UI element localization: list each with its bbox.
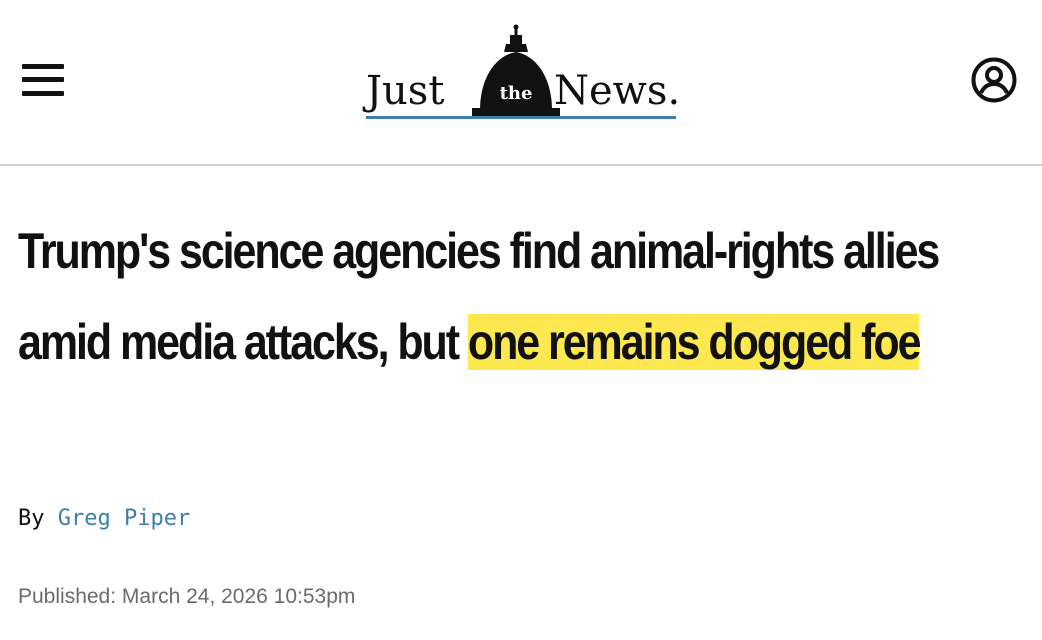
hamburger-menu-icon[interactable] xyxy=(22,62,64,98)
article-byline: By Greg Piper xyxy=(18,504,190,534)
user-circle-icon[interactable] xyxy=(970,56,1018,104)
published-date: Published: March 24, 2026 10:53pm xyxy=(18,585,356,608)
logo-word-news: News. xyxy=(554,68,681,114)
site-logo[interactable]: Just the News. xyxy=(366,24,686,120)
menu-bar xyxy=(22,91,64,96)
menu-bar xyxy=(22,64,64,69)
logo-word-just: Just xyxy=(366,68,445,114)
headline-highlight: one remains dogged foe xyxy=(467,314,922,370)
byline-prefix: By xyxy=(18,506,45,531)
site-header: Just the News. xyxy=(0,0,1042,166)
author-link[interactable]: Greg Piper xyxy=(58,506,190,531)
logo-underline xyxy=(366,116,676,119)
article-headline: Trump's science agencies find animal-rig… xyxy=(18,206,1024,388)
menu-bar xyxy=(22,77,64,82)
logo-word-the: the xyxy=(499,83,533,104)
